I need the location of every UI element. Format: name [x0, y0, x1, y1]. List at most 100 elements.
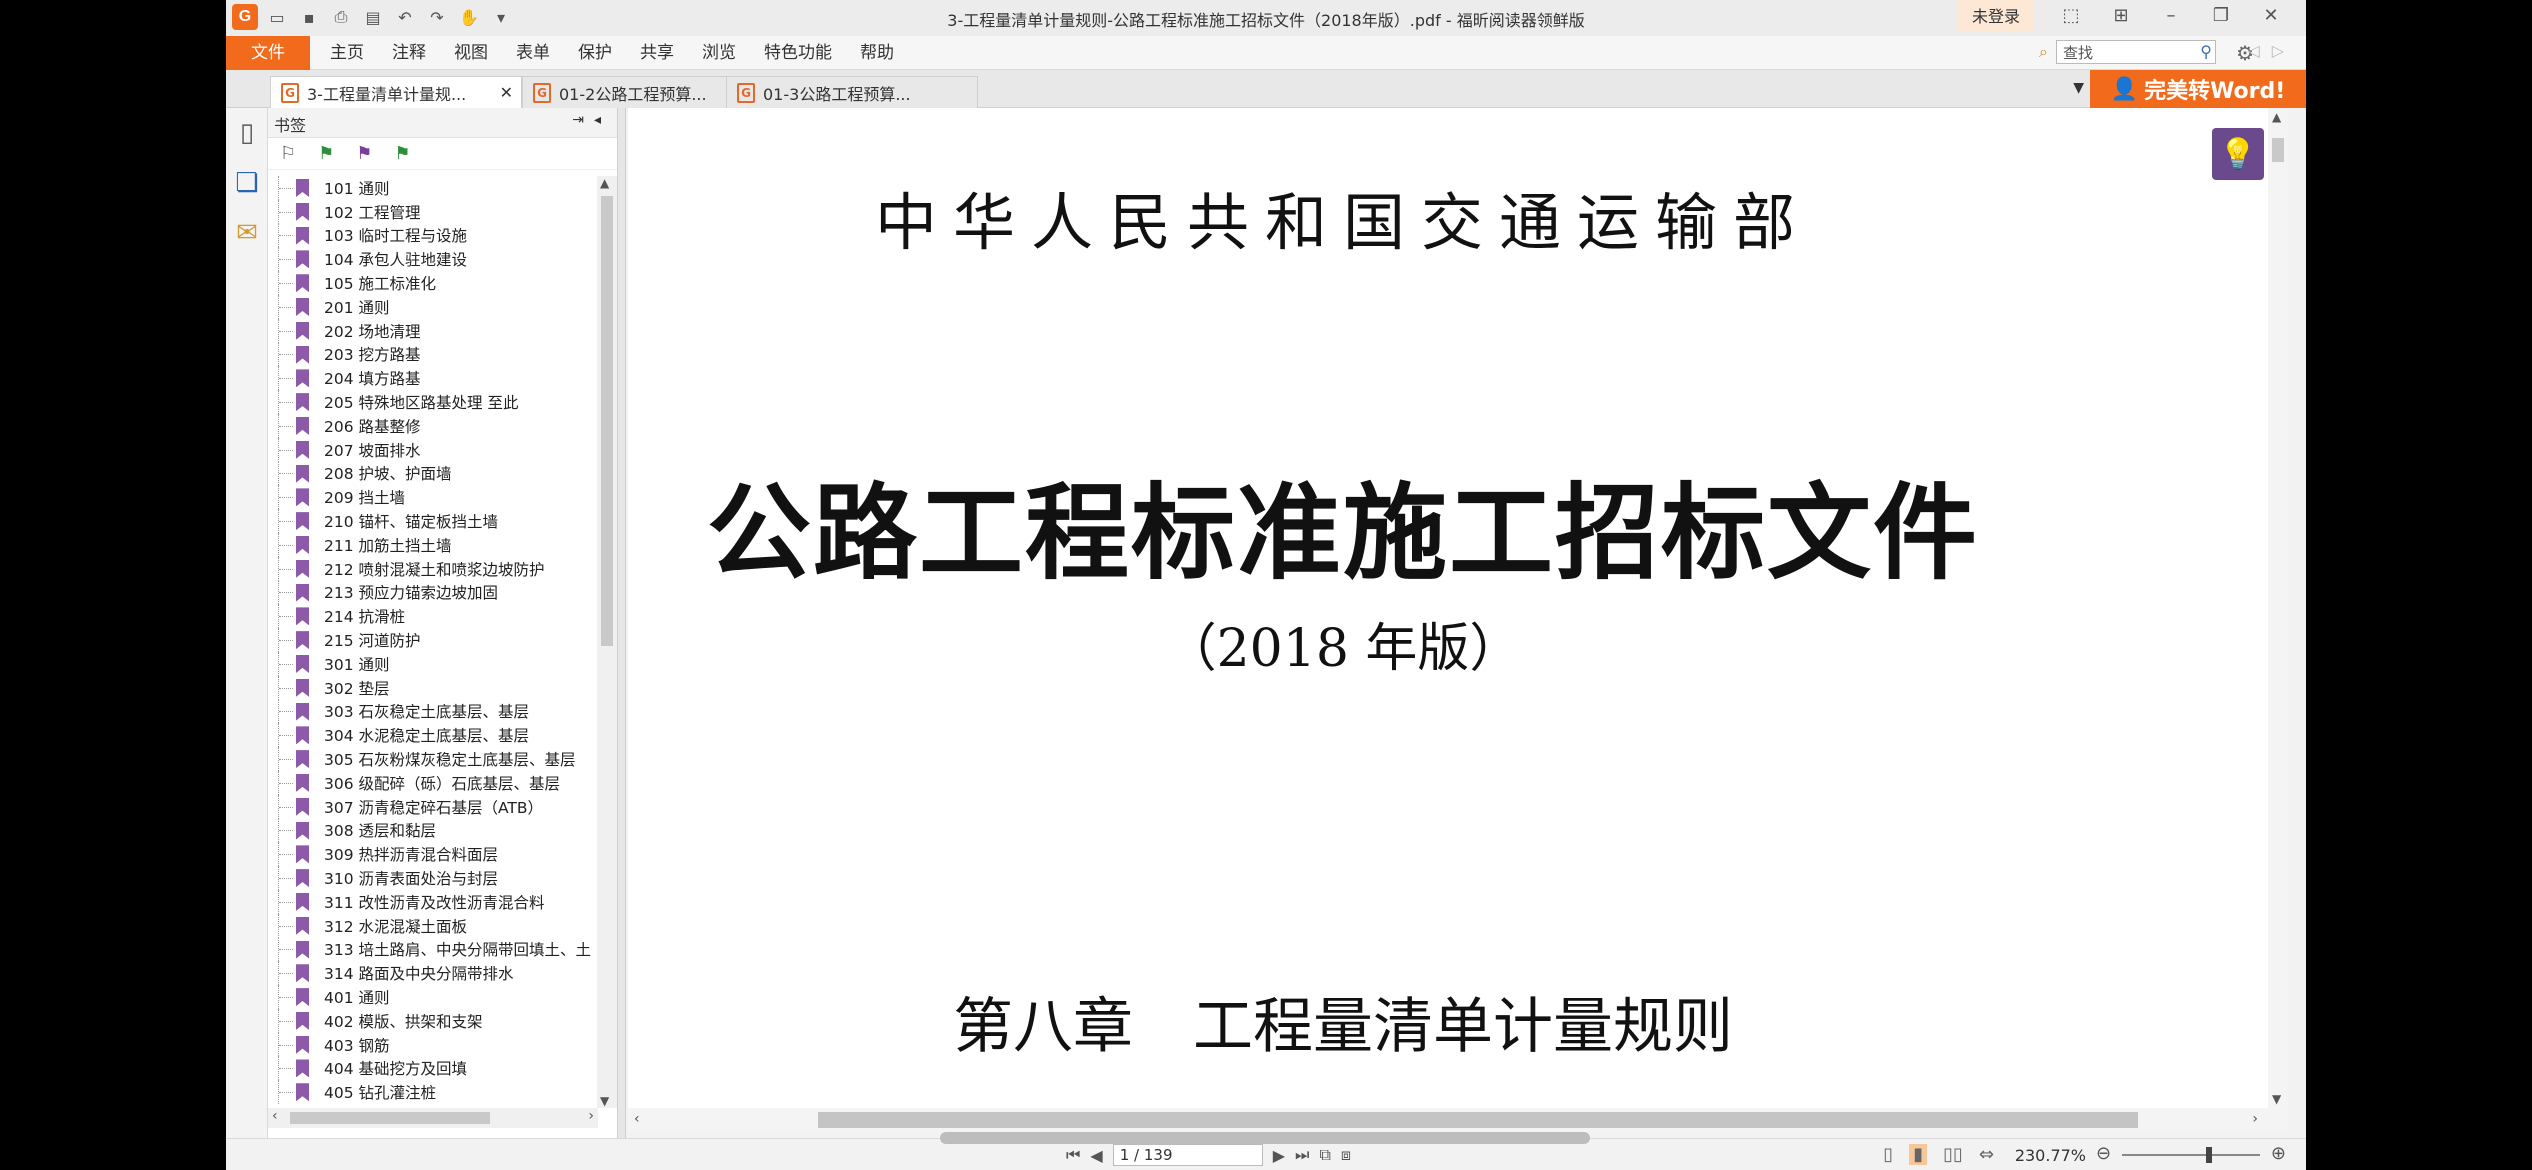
nav-arrows-icon[interactable]: ◁▷ — [2247, 41, 2296, 60]
search-input[interactable]: 查找 — [2056, 40, 2216, 64]
bookmark-item[interactable]: 313 培土路肩、中央分隔带回填土、土 — [268, 937, 598, 962]
zoom-level[interactable]: 230.77% — [2015, 1146, 2086, 1165]
bookmark-item[interactable]: 206 路基整修 — [268, 413, 598, 438]
scroll-up-icon[interactable]: ▲ — [2272, 110, 2281, 124]
continuous-page-icon[interactable]: ▮ — [1909, 1144, 1928, 1165]
delete-bookmark-icon[interactable]: ⚑ — [394, 143, 410, 164]
login-button[interactable]: 未登录 — [1957, 0, 2034, 32]
scroll-right-icon[interactable]: › — [588, 1108, 594, 1124]
bookmark-item[interactable]: 104 承包人驻地建设 — [268, 247, 598, 272]
menu-protect[interactable]: 保护 — [564, 36, 626, 70]
bookmark-flag-icon[interactable]: ⚑ — [356, 143, 372, 164]
bookmark-item[interactable]: 304 水泥稳定土底基层、基层 — [268, 723, 598, 748]
bookmark-item[interactable]: 205 特殊地区路基处理 至此 — [268, 390, 598, 414]
lightbulb-icon[interactable]: 💡 — [2212, 128, 2264, 180]
bookmark-item[interactable]: 314 路面及中央分隔带排水 — [268, 961, 598, 986]
close-tab-icon[interactable]: ✕ — [500, 83, 513, 102]
bookmark-item[interactable]: 306 级配碎（砾）石底基层、基层 — [268, 770, 598, 795]
panel-collapse-icon[interactable]: ⇥◂ — [572, 112, 611, 128]
tab-document-3[interactable]: G 01-3公路工程预算... — [726, 76, 978, 108]
bookmark-item[interactable]: 105 施工标准化 — [268, 271, 598, 295]
document-horizontal-scrollbar[interactable]: ‹ › — [628, 1108, 2288, 1132]
bookmark-item[interactable]: 311 改性沥青及改性沥青混合料 — [268, 889, 598, 914]
scroll-down-icon[interactable]: ▼ — [600, 1094, 609, 1108]
bookmark-item[interactable]: 403 钢筋 — [268, 1032, 598, 1057]
next-page-icon[interactable]: ▶ — [1273, 1146, 1285, 1165]
bookmark-item[interactable]: 211 加筋土挡土墙 — [268, 532, 598, 557]
menu-share[interactable]: 共享 — [626, 36, 688, 70]
bookmark-item[interactable]: 215 河道防护 — [268, 628, 598, 652]
menu-features[interactable]: 特色功能 — [750, 36, 846, 70]
scroll-up-icon[interactable]: ▲ — [600, 176, 609, 190]
panel-splitter[interactable] — [618, 108, 626, 1138]
bookmark-item[interactable]: 402 模版、拱架和支架 — [268, 1008, 598, 1033]
layout-icon[interactable]: ⊞ — [2096, 5, 2146, 26]
bookmark-item[interactable]: 401 通则 — [268, 985, 598, 1009]
zoom-in-icon[interactable]: ⊕ — [2271, 1143, 2286, 1164]
tab-document-1[interactable]: G 3-工程量清单计量规... ✕ — [270, 76, 522, 108]
menu-home[interactable]: 主页 — [316, 36, 378, 70]
scroll-thumb[interactable] — [818, 1112, 2138, 1128]
close-button[interactable]: ✕ — [2246, 5, 2296, 26]
bookmark-item[interactable]: 209 挡土墙 — [268, 485, 598, 510]
bookmark-item[interactable]: 309 热拌沥青混合料面层 — [268, 842, 598, 867]
bookmark-item[interactable]: 404 基础挖方及回填 — [268, 1056, 598, 1081]
bookmark-item[interactable]: 208 护坡、护面墙 — [268, 461, 598, 486]
expand-bookmark-icon[interactable]: ⚐ — [280, 143, 296, 164]
bookmark-item[interactable]: 405 钻孔灌注桩 — [268, 1080, 598, 1105]
bookmark-item[interactable]: 204 填方路基 — [268, 366, 598, 391]
document-vertical-scrollbar[interactable]: ▲ ▼ — [2268, 108, 2288, 1108]
page-thumbnail-icon[interactable]: ⧈ — [1341, 1145, 1351, 1165]
prev-page-icon[interactable]: ◀ — [1090, 1146, 1102, 1165]
bookmark-item[interactable]: 210 锚杆、锚定板挡土墙 — [268, 509, 598, 533]
zoom-slider[interactable]: ⊖ ⊕ — [2096, 1143, 2286, 1165]
menu-help[interactable]: 帮助 — [846, 36, 908, 70]
search-icon[interactable]: ⚲ — [2200, 42, 2212, 61]
bookmark-item[interactable]: 103 临时工程与设施 — [268, 223, 598, 248]
bookmark-item[interactable]: 310 沥青表面处治与封层 — [268, 866, 598, 890]
bookmark-item[interactable]: 203 挖方路基 — [268, 342, 598, 367]
find-icon[interactable]: ⌕ — [2039, 42, 2048, 62]
bookmark-item[interactable]: 202 场地清理 — [268, 318, 598, 343]
scroll-right-icon[interactable]: › — [2252, 1111, 2258, 1127]
bookmark-item[interactable]: 212 喷射混凝土和喷浆边坡防护 — [268, 556, 598, 581]
bookmark-item[interactable]: 207 坡面排水 — [268, 437, 598, 462]
bookmark-item[interactable]: 214 抗滑桩 — [268, 604, 598, 629]
bookmark-item[interactable]: 305 石灰粉煤灰稳定土底基层、基层 — [268, 747, 598, 771]
menu-view[interactable]: 视图 — [440, 36, 502, 70]
menu-comment[interactable]: 注释 — [378, 36, 440, 70]
menu-browse[interactable]: 浏览 — [688, 36, 750, 70]
scroll-left-icon[interactable]: ‹ — [272, 1108, 278, 1124]
page-number-input[interactable]: 1 / 139 — [1112, 1144, 1263, 1166]
bookmark-item[interactable]: 312 水泥混凝土面板 — [268, 913, 598, 938]
first-page-icon[interactable]: ⏮ — [1066, 1145, 1080, 1165]
bookmark-item[interactable]: 303 石灰稳定土底基层、基层 — [268, 699, 598, 724]
last-page-icon[interactable]: ⏭ — [1295, 1145, 1309, 1165]
bookmark-vertical-scrollbar[interactable]: ▲ ▼ — [597, 176, 617, 1108]
zoom-out-icon[interactable]: ⊖ — [2096, 1143, 2111, 1164]
share-icon[interactable]: ⬚ — [2046, 5, 2096, 26]
menu-form[interactable]: 表单 — [502, 36, 564, 70]
bookmark-item[interactable]: 201 通则 — [268, 294, 598, 319]
comments-panel-icon[interactable]: ✉ — [226, 208, 268, 258]
bookmark-item[interactable]: 101 通则 — [268, 176, 598, 200]
bookmark-horizontal-scrollbar[interactable]: ‹ › — [268, 1108, 598, 1128]
copy-page-icon[interactable]: ⧉ — [1319, 1145, 1330, 1165]
single-page-icon[interactable]: ▯ — [1883, 1144, 1893, 1165]
scroll-thumb[interactable] — [290, 1112, 490, 1124]
bookmark-panel-icon[interactable]: ▯ — [226, 108, 268, 158]
fit-width-icon[interactable]: ⇔ — [1979, 1144, 1994, 1165]
convert-to-word-button[interactable]: 👤 完美转Word! — [2090, 70, 2306, 108]
bookmark-item[interactable]: 308 透层和黏层 — [268, 818, 598, 843]
zoom-knob[interactable] — [2206, 1147, 2212, 1163]
add-bookmark-icon[interactable]: ⚑ — [318, 143, 334, 164]
scroll-thumb[interactable] — [601, 196, 613, 646]
scroll-left-icon[interactable]: ‹ — [634, 1111, 640, 1127]
facing-page-icon[interactable]: ▯▯ — [1943, 1144, 1963, 1165]
menu-file[interactable]: 文件 — [226, 36, 310, 70]
maximize-button[interactable]: ❐ — [2196, 5, 2246, 26]
scroll-thumb[interactable] — [2272, 138, 2284, 162]
bookmark-item[interactable]: 102 工程管理 — [268, 199, 598, 224]
pages-panel-icon[interactable]: ❏ — [226, 158, 268, 208]
bookmark-item[interactable]: 213 预应力锚索边坡加固 — [268, 580, 598, 605]
